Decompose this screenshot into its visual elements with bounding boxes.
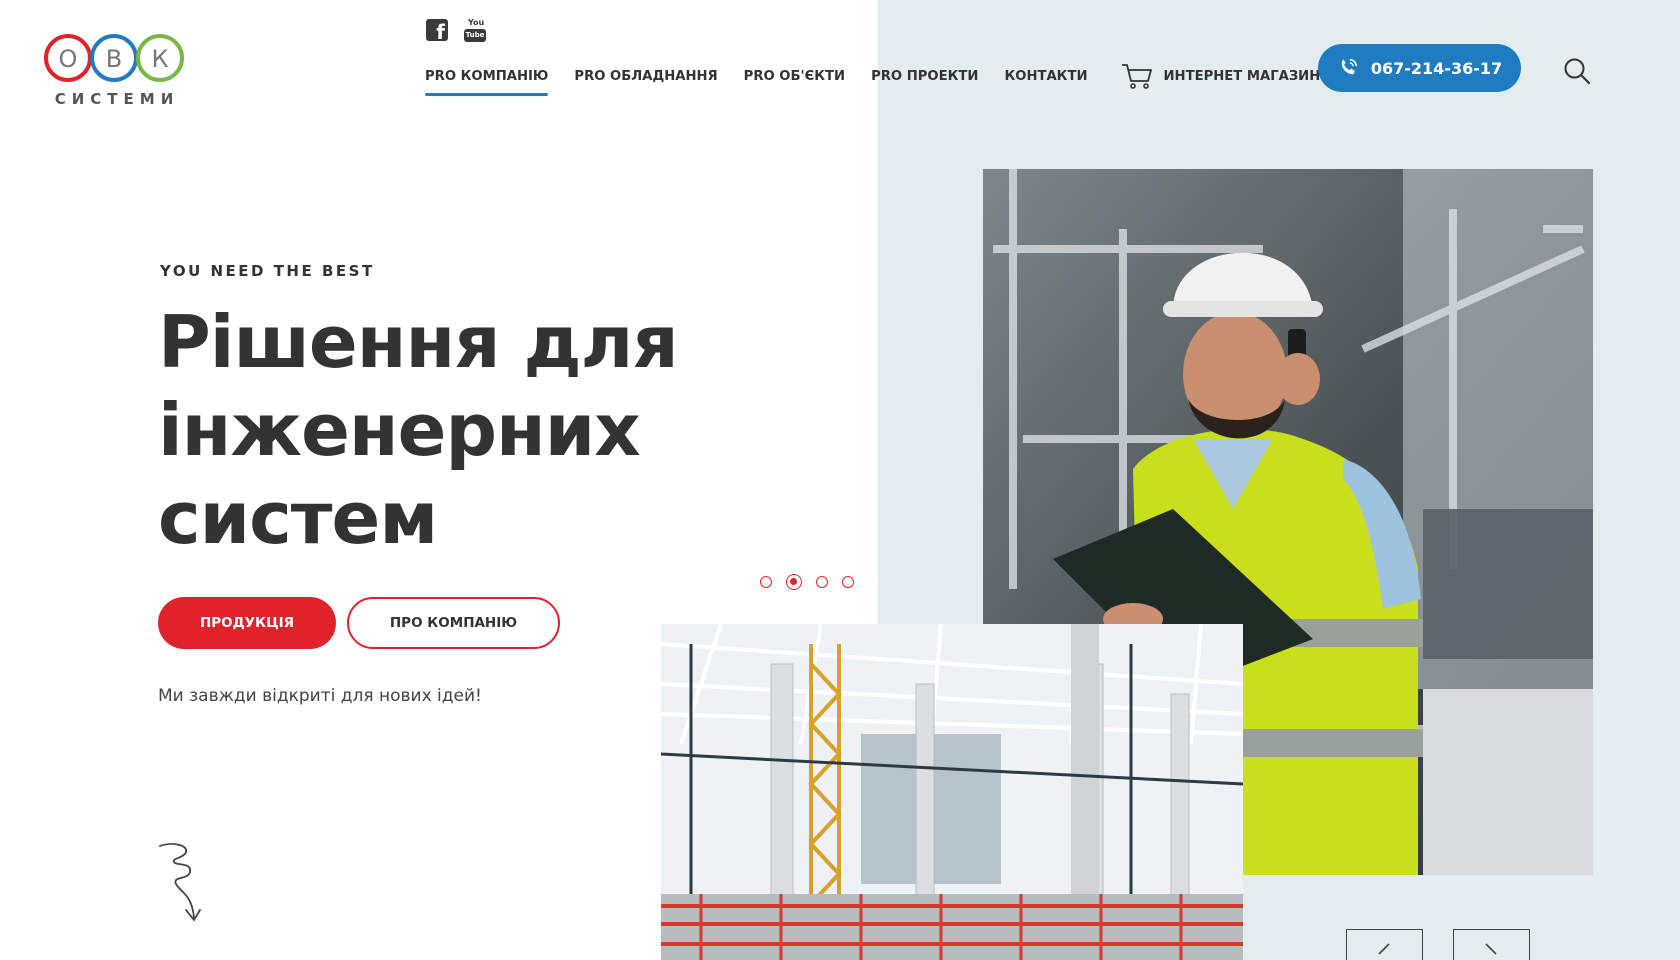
slider-dots bbox=[760, 574, 854, 590]
nav-item-objects[interactable]: PRO ОБ'ЄКТИ bbox=[744, 69, 845, 84]
hero-title-line-2: інженерних bbox=[158, 388, 641, 472]
slider-dot-2[interactable] bbox=[786, 574, 802, 590]
main-nav: PRO КОМПАНІЮ PRO ОБЛАДНАННЯ PRO ОБ'ЄКТИ … bbox=[425, 62, 1321, 96]
arrow-left-icon bbox=[1378, 943, 1390, 955]
facebook-glyph: f bbox=[436, 20, 445, 44]
social-links: f You Tube bbox=[426, 18, 486, 44]
logo-letter-3: К bbox=[151, 45, 168, 73]
construction-photo-illustration bbox=[661, 624, 1243, 960]
logo-rings: О В К bbox=[44, 34, 184, 82]
logo-subtitle: СИСТЕМИ bbox=[54, 90, 180, 108]
hero-eyebrow: YOU NEED THE BEST bbox=[160, 262, 375, 280]
nav-item-about[interactable]: PRO КОМПАНІЮ bbox=[425, 69, 549, 96]
facebook-icon[interactable]: f bbox=[426, 19, 448, 44]
nav-item-shop[interactable]: ИНТЕРНЕТ МАГАЗИН bbox=[1120, 62, 1321, 90]
hero-title-line-1: Рішення для bbox=[158, 300, 679, 384]
slider-dot-3[interactable] bbox=[816, 576, 828, 588]
nav-item-contacts[interactable]: КОНТАКТИ bbox=[1004, 69, 1087, 84]
youtube-icon[interactable]: You Tube bbox=[464, 18, 486, 42]
phone-number: 067-214-36-17 bbox=[1370, 58, 1503, 78]
cart-icon bbox=[1121, 64, 1152, 89]
nav-item-equipment[interactable]: PRO ОБЛАДНАННЯ bbox=[574, 69, 717, 84]
company-logo[interactable]: О В К СИСТЕМИ bbox=[42, 30, 192, 110]
construction-photo bbox=[661, 624, 1243, 960]
phone-button[interactable]: 067-214-36-17 bbox=[1318, 44, 1521, 92]
slider-dot-1[interactable] bbox=[760, 576, 772, 588]
phone-icon bbox=[1341, 59, 1357, 75]
slider-prev-button[interactable] bbox=[1346, 929, 1423, 960]
hero-title: Рішення для інженерних систем bbox=[158, 298, 679, 562]
logo-letter-2: В bbox=[106, 45, 122, 73]
slider-next-button[interactable] bbox=[1453, 929, 1530, 960]
hero-title-line-3: систем bbox=[158, 476, 438, 560]
youtube-box-text: Tube bbox=[464, 29, 486, 42]
products-button[interactable]: ПРОДУКЦІЯ bbox=[158, 597, 336, 649]
arrow-right-icon bbox=[1485, 943, 1497, 955]
nav-item-projects[interactable]: PRO ПРОЕКТИ bbox=[871, 69, 978, 84]
about-company-button[interactable]: ПРО КОМПАНІЮ bbox=[347, 597, 560, 649]
slider-dot-4[interactable] bbox=[842, 576, 854, 588]
logo-letter-1: О bbox=[59, 45, 78, 73]
scroll-down-arrow-icon[interactable] bbox=[158, 842, 214, 926]
nav-shop-label: ИНТЕРНЕТ МАГАЗИН bbox=[1163, 68, 1321, 84]
youtube-top-text: You bbox=[468, 18, 485, 27]
hero-tagline: Ми завжди відкриті для нових ідей! bbox=[158, 686, 482, 706]
search-icon[interactable] bbox=[1562, 56, 1592, 86]
